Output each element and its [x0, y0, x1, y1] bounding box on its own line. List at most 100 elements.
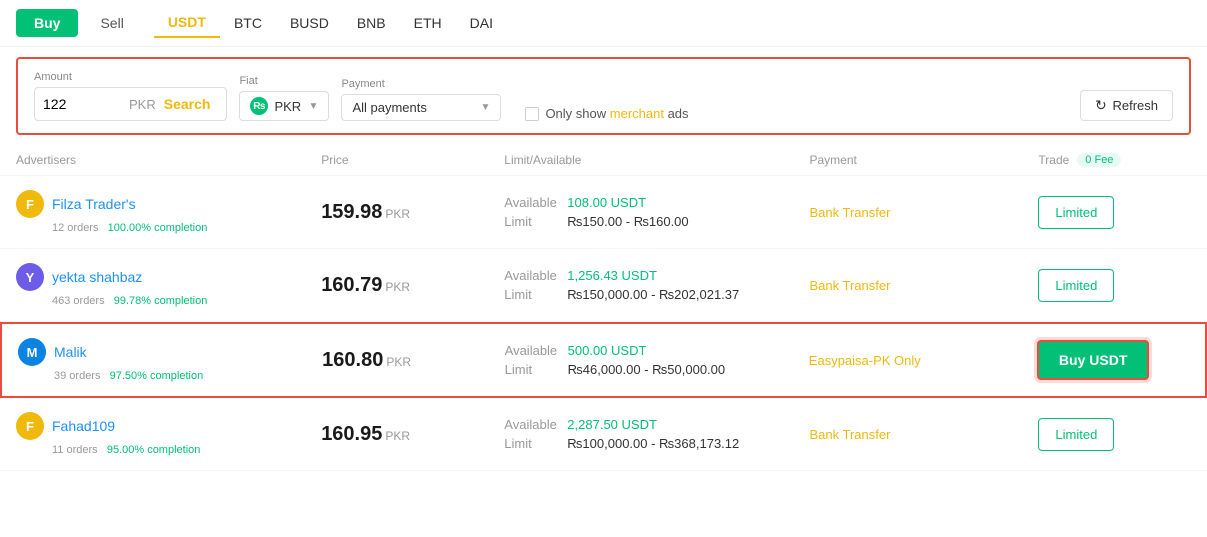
price-unit: PKR: [385, 280, 410, 294]
currency-tab-busd[interactable]: BUSD: [276, 8, 343, 38]
advertiser-meta: 463 orders 99.78% completion: [52, 295, 321, 307]
currency-tabs: USDTBTCBUSDBNBETHDAI: [154, 8, 507, 38]
trade-col: Buy USDT: [1037, 340, 1189, 380]
merchant-wrap: Only show merchant ads: [525, 106, 688, 121]
limit-col: Available 500.00 USDT Limit ₨46,000.00 -…: [505, 343, 809, 377]
price-col: 160.80PKR: [322, 349, 505, 372]
price-col: 160.95PKR: [321, 423, 504, 446]
avatar: M: [18, 338, 46, 366]
currency-tab-dai[interactable]: DAI: [456, 8, 507, 38]
available-label: Available: [504, 195, 559, 210]
col-price: Price: [321, 153, 504, 167]
limited-button[interactable]: Limited: [1038, 196, 1114, 229]
table-row: F Filza Trader's 12 orders 100.00% compl…: [0, 176, 1207, 249]
fiat-value: PKR: [274, 99, 301, 114]
limit-label: Limit: [504, 214, 559, 229]
payment-col: Bank Transfer: [810, 205, 1039, 220]
payment-value: All payments: [352, 100, 426, 115]
trade-col: Limited: [1038, 418, 1191, 451]
payment-col: Bank Transfer: [810, 278, 1039, 293]
col-limit: Limit/Available: [504, 153, 809, 167]
payment-col: Bank Transfer: [810, 427, 1039, 442]
avatar: Y: [16, 263, 44, 291]
available-val: 1,256.43 USDT: [567, 268, 657, 283]
price-unit: PKR: [386, 355, 411, 369]
table-header: Advertisers Price Limit/Available Paymen…: [0, 145, 1207, 176]
payment-col: Easypaisa-PK Only: [809, 353, 1037, 368]
limit-val: ₨150,000.00 - ₨202,021.37: [567, 287, 739, 302]
fiat-arrow-icon: ▼: [309, 101, 319, 112]
price-col: 160.79PKR: [321, 274, 504, 297]
avatar: F: [16, 190, 44, 218]
buy-usdt-button[interactable]: Buy USDT: [1037, 340, 1149, 380]
advertiser-col: M Malik 39 orders 97.50% completion: [18, 338, 322, 382]
table-row: F Fahad109 11 orders 95.00% completion 1…: [0, 398, 1207, 471]
buy-tab[interactable]: Buy: [16, 9, 78, 37]
col-payment: Payment: [810, 153, 1039, 167]
sell-tab[interactable]: Sell: [82, 9, 141, 37]
trade-col: Limited: [1038, 269, 1191, 302]
currency-tab-usdt[interactable]: USDT: [154, 8, 220, 38]
refresh-label: Refresh: [1112, 98, 1158, 113]
advertiser-meta: 39 orders 97.50% completion: [54, 370, 322, 382]
amount-group: Amount PKR Search: [34, 71, 227, 121]
col-trade-wrap: Trade 0 Fee: [1038, 153, 1191, 167]
limit-col: Available 2,287.50 USDT Limit ₨100,000.0…: [504, 417, 809, 451]
amount-input-wrap: PKR Search: [34, 87, 227, 121]
table-row: Y yekta shahbaz 463 orders 99.78% comple…: [0, 249, 1207, 322]
limit-val: ₨150.00 - ₨160.00: [567, 214, 688, 229]
advertiser-name[interactable]: Malik: [54, 344, 87, 360]
limited-button[interactable]: Limited: [1038, 269, 1114, 302]
table-body: F Filza Trader's 12 orders 100.00% compl…: [0, 176, 1207, 471]
limited-button[interactable]: Limited: [1038, 418, 1114, 451]
advertiser-col: Y yekta shahbaz 463 orders 99.78% comple…: [16, 263, 321, 307]
available-label: Available: [504, 268, 559, 283]
fiat-group: Fiat ₨ PKR ▼: [239, 75, 329, 121]
price-unit: PKR: [385, 207, 410, 221]
payment-select[interactable]: All payments ▼: [341, 94, 501, 121]
available-val: 108.00 USDT: [567, 195, 646, 210]
limit-label: Limit: [504, 436, 559, 451]
currency-tab-btc[interactable]: BTC: [220, 8, 276, 38]
merchant-label: Only show merchant ads: [545, 106, 688, 121]
advertiser-col: F Filza Trader's 12 orders 100.00% compl…: [16, 190, 321, 234]
advertiser-col: F Fahad109 11 orders 95.00% completion: [16, 412, 321, 456]
currency-tab-bnb[interactable]: BNB: [343, 8, 400, 38]
search-button[interactable]: Search: [156, 92, 219, 116]
fiat-label: Fiat: [239, 75, 329, 87]
fiat-select[interactable]: ₨ PKR ▼: [239, 91, 329, 121]
available-val: 2,287.50 USDT: [567, 417, 657, 432]
filter-bar: Amount PKR Search Fiat ₨ PKR ▼ Payment A…: [16, 57, 1191, 135]
advertiser-meta: 12 orders 100.00% completion: [52, 222, 321, 234]
refresh-icon: ↺: [1095, 97, 1107, 114]
payment-group: Payment All payments ▼: [341, 78, 501, 121]
limit-label: Limit: [504, 287, 559, 302]
refresh-button[interactable]: ↺ Refresh: [1080, 90, 1173, 121]
amount-currency: PKR: [129, 97, 156, 112]
limit-col: Available 108.00 USDT Limit ₨150.00 - ₨1…: [504, 195, 809, 229]
advertiser-name[interactable]: Fahad109: [52, 418, 115, 434]
available-label: Available: [505, 343, 560, 358]
advertiser-name[interactable]: Filza Trader's: [52, 196, 136, 212]
payment-arrow-icon: ▼: [481, 102, 491, 113]
trade-col: Limited: [1038, 196, 1191, 229]
col-trade: Trade: [1038, 153, 1069, 167]
payment-label: Payment: [341, 78, 501, 90]
col-advertisers: Advertisers: [16, 153, 321, 167]
advertiser-meta: 11 orders 95.00% completion: [52, 444, 321, 456]
fee-badge: 0 Fee: [1077, 153, 1121, 167]
currency-tab-eth[interactable]: ETH: [400, 8, 456, 38]
limit-val: ₨46,000.00 - ₨50,000.00: [568, 362, 726, 377]
top-bar: Buy Sell USDTBTCBUSDBNBETHDAI: [0, 0, 1207, 47]
amount-input[interactable]: [43, 96, 123, 112]
merchant-link[interactable]: merchant: [610, 106, 664, 121]
available-val: 500.00 USDT: [568, 343, 647, 358]
price-col: 159.98PKR: [321, 201, 504, 224]
limit-label: Limit: [505, 362, 560, 377]
limit-val: ₨100,000.00 - ₨368,173.12: [567, 436, 739, 451]
avatar: F: [16, 412, 44, 440]
advertiser-name[interactable]: yekta shahbaz: [52, 269, 142, 285]
available-label: Available: [504, 417, 559, 432]
table-row: M Malik 39 orders 97.50% completion 160.…: [0, 322, 1207, 398]
merchant-checkbox[interactable]: [525, 107, 539, 121]
